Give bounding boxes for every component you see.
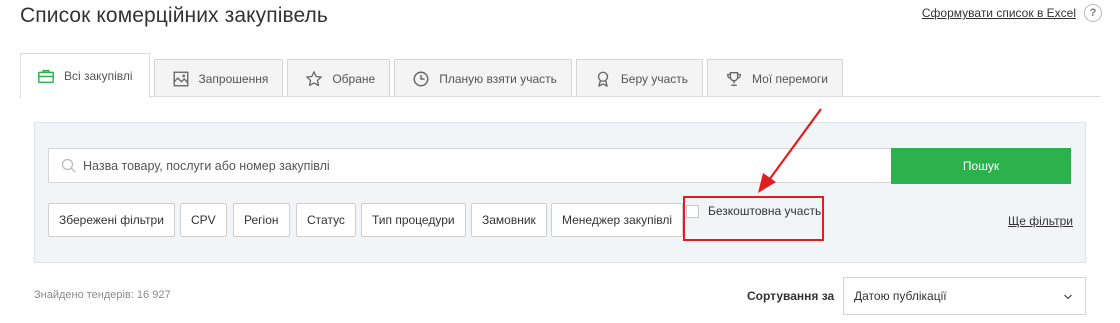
cpv-filter-button[interactable]: CPV — [180, 203, 227, 237]
tab-label: Планую взяти участь — [439, 71, 557, 86]
tab-label: Запрошення — [198, 71, 269, 86]
tab-label: Беру участь — [620, 71, 689, 86]
search-icon — [61, 158, 76, 173]
help-icon[interactable]: ? — [1084, 4, 1102, 22]
found-count: Знайдено тендерів: 16 927 — [34, 289, 171, 301]
saved-filters-button[interactable]: Збережені фільтри — [48, 203, 175, 237]
clock-icon — [411, 69, 431, 89]
procedure-type-filter-button[interactable]: Тип процедури — [361, 203, 466, 237]
ribbon-icon — [593, 69, 613, 89]
export-excel-link[interactable]: Сформувати список в Excel — [922, 6, 1076, 20]
annotation-arrow — [758, 108, 822, 193]
tab-plan-to-participate[interactable]: Планую взяти участь — [394, 59, 572, 97]
tab-label: Обране — [332, 71, 376, 86]
status-filter-button[interactable]: Статус — [296, 203, 356, 237]
manager-filter-button[interactable]: Менеджер закупівлі — [551, 203, 684, 237]
filter-panel: Пошук Збережені фільтри CPV Регіон Стату… — [34, 122, 1086, 263]
briefcase-icon — [36, 66, 56, 86]
tab-label: Мої перемоги — [752, 71, 829, 86]
customer-filter-button[interactable]: Замовник — [471, 203, 547, 237]
chevron-down-icon — [1064, 294, 1072, 300]
region-filter-button[interactable]: Регіон — [233, 203, 290, 237]
trophy-icon — [724, 69, 744, 89]
tab-favorites[interactable]: Обране — [287, 59, 391, 97]
sort-label: Сортування за — [747, 289, 835, 303]
search-button[interactable]: Пошук — [891, 148, 1071, 184]
more-filters-link[interactable]: Ще фільтри — [1008, 214, 1073, 228]
tabs-divider — [20, 96, 1100, 97]
tab-participating[interactable]: Беру участь — [575, 59, 704, 97]
invitation-icon — [171, 69, 191, 89]
sort-select[interactable]: Датою публікації — [843, 277, 1086, 315]
tab-label: Всі закупівлі — [64, 69, 133, 83]
tab-my-wins[interactable]: Мої перемоги — [707, 59, 844, 97]
tab-all-purchases[interactable]: Всі закупівлі — [20, 53, 150, 98]
tabs-bar: Всі закупівлі Запрошення Обране Планую в… — [20, 52, 847, 98]
sort-select-value: Датою публікації — [854, 289, 947, 303]
page-title: Список комерційних закупівель — [20, 4, 328, 27]
tab-invitations[interactable]: Запрошення — [153, 59, 284, 97]
star-icon — [304, 69, 324, 89]
